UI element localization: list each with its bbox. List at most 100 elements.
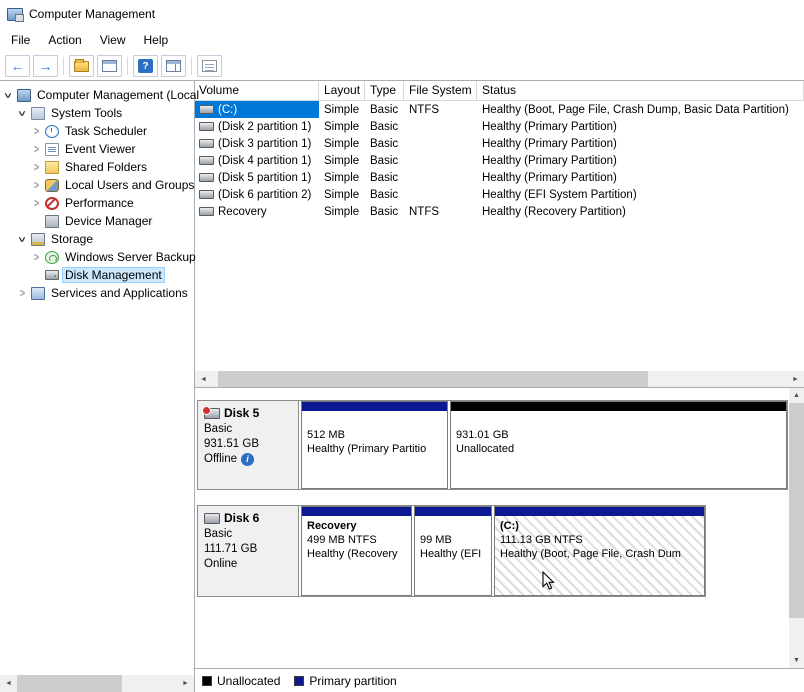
show-action-pane-icon	[166, 60, 181, 72]
partition-status: Healthy (Recovery	[307, 547, 406, 561]
partition-name	[307, 414, 442, 428]
scrollbar-track[interactable]	[17, 675, 177, 692]
disk-size: 931.51 GB	[204, 437, 292, 452]
forward-button[interactable]: →	[33, 55, 58, 77]
scroll-left-icon[interactable]: ◄	[0, 675, 17, 692]
volume-name: (Disk 4 partition 1)	[218, 155, 311, 167]
volume-layout: Simple	[319, 121, 365, 133]
scroll-down-icon[interactable]: ▼	[789, 653, 804, 668]
volume-icon	[199, 173, 214, 182]
scrollbar-thumb[interactable]	[789, 403, 804, 618]
expander-icon[interactable]	[31, 198, 42, 209]
menu-action[interactable]: Action	[39, 30, 90, 50]
volume-layout: Simple	[319, 138, 365, 150]
partition-disk6-recovery[interactable]: Recovery 499 MB NTFS Healthy (Recovery	[301, 506, 412, 596]
volume-row[interactable]: Recovery Simple Basic NTFS Healthy (Reco…	[195, 203, 804, 220]
tree-horizontal-scrollbar[interactable]: ◄ ►	[0, 675, 194, 692]
tree-item-performance[interactable]: Performance	[0, 194, 194, 212]
properties-button[interactable]	[97, 55, 122, 77]
disk-panel-vertical-scrollbar[interactable]: ▲ ▼	[789, 388, 804, 669]
menu-file[interactable]: File	[2, 30, 39, 50]
column-header-volume[interactable]: Volume	[195, 81, 319, 100]
partition-size: 499 MB NTFS	[307, 533, 406, 547]
partition-disk5-unallocated[interactable]: 931.01 GB Unallocated	[450, 401, 787, 489]
legend-label: Primary partition	[309, 674, 396, 688]
scroll-right-icon[interactable]: ►	[177, 675, 194, 692]
partition-disk6-efi[interactable]: 99 MB Healthy (EFI	[414, 506, 492, 596]
tree-item-task-scheduler[interactable]: Task Scheduler	[0, 122, 194, 140]
menu-view[interactable]: View	[91, 30, 135, 50]
scroll-right-icon[interactable]: ►	[787, 371, 804, 387]
column-header-type[interactable]: Type	[365, 81, 404, 100]
partition-status: Healthy (Primary Partitio	[307, 442, 442, 456]
partition-size: 99 MB	[420, 533, 486, 547]
show-console-tree-button[interactable]	[69, 55, 94, 77]
volume-row[interactable]: (Disk 6 partition 2) Simple Basic Health…	[195, 186, 804, 203]
forward-icon: →	[39, 59, 53, 73]
volume-row[interactable]: (Disk 5 partition 1) Simple Basic Health…	[195, 169, 804, 186]
export-list-button[interactable]	[197, 55, 222, 77]
disk-name: Disk 5	[224, 406, 259, 421]
expander-icon[interactable]	[31, 126, 42, 137]
volume-row[interactable]: (Disk 3 partition 1) Simple Basic Health…	[195, 135, 804, 152]
tree-item-system-tools[interactable]: System Tools	[0, 104, 194, 122]
expander-icon[interactable]	[17, 288, 28, 299]
show-action-pane-button[interactable]	[161, 55, 186, 77]
help-button[interactable]	[133, 55, 158, 77]
scroll-left-icon[interactable]: ◄	[195, 371, 212, 387]
tree-item-windows-server-backup[interactable]: Windows Server Backup	[0, 248, 194, 266]
volume-row[interactable]: (C:) Simple Basic NTFS Healthy (Boot, Pa…	[195, 101, 804, 118]
expander-icon[interactable]	[3, 90, 14, 101]
scrollbar-thumb[interactable]	[218, 371, 648, 387]
scrollbar-thumb[interactable]	[17, 675, 122, 692]
volume-list-header: Volume Layout Type File System Status	[195, 81, 804, 101]
tree-item-event-viewer[interactable]: Event Viewer	[0, 140, 194, 158]
partition-status: Unallocated	[456, 442, 781, 456]
partition-name: (C:)	[500, 519, 699, 533]
volume-list-horizontal-scrollbar[interactable]: ◄ ►	[195, 371, 804, 387]
disk5-label[interactable]: Disk 5 Basic 931.51 GB Offline	[198, 401, 299, 489]
column-header-file-system[interactable]: File System	[404, 81, 477, 100]
tree-item-device-manager[interactable]: Device Manager	[0, 212, 194, 230]
volume-layout: Simple	[319, 172, 365, 184]
disk-management-icon	[45, 270, 59, 280]
scroll-up-icon[interactable]: ▲	[789, 388, 804, 403]
column-header-status[interactable]: Status	[477, 81, 804, 100]
expander-icon[interactable]	[31, 252, 42, 263]
scrollbar-track[interactable]	[212, 371, 787, 387]
expander-icon[interactable]	[17, 234, 28, 245]
disk-type: Basic	[204, 527, 292, 542]
shared-folders-icon	[45, 161, 59, 174]
volume-row[interactable]: (Disk 4 partition 1) Simple Basic Health…	[195, 152, 804, 169]
expander-icon[interactable]	[17, 108, 28, 119]
disk-status: Offline	[204, 452, 237, 467]
expander-icon[interactable]	[31, 144, 42, 155]
volume-status: Healthy (Recovery Partition)	[477, 206, 804, 218]
expander-icon[interactable]	[31, 180, 42, 191]
tree-item-services-applications[interactable]: Services and Applications	[0, 284, 194, 302]
tree-item-storage[interactable]: Storage	[0, 230, 194, 248]
tree-item-local-users-groups[interactable]: Local Users and Groups	[0, 176, 194, 194]
legend-item-primary-partition: Primary partition	[294, 674, 396, 688]
menu-help[interactable]: Help	[135, 30, 178, 50]
volume-row[interactable]: (Disk 2 partition 1) Simple Basic Health…	[195, 118, 804, 135]
show-console-tree-icon	[74, 61, 89, 72]
info-icon[interactable]	[241, 453, 254, 466]
computer-management-icon	[7, 8, 23, 21]
expander-icon[interactable]	[31, 162, 42, 173]
export-list-icon	[202, 60, 217, 72]
disk6-label[interactable]: Disk 6 Basic 111.71 GB Online	[198, 506, 299, 596]
tree-item-disk-management[interactable]: Disk Management	[0, 266, 194, 284]
scrollbar-track[interactable]	[789, 403, 804, 654]
volume-name: (Disk 6 partition 2)	[218, 189, 311, 201]
partition-disk5-1[interactable]: 512 MB Healthy (Primary Partitio	[301, 401, 448, 489]
tree-item-computer-management[interactable]: Computer Management (Local	[0, 86, 194, 104]
legend-bar: Unallocated Primary partition	[195, 668, 804, 692]
tree-item-shared-folders[interactable]: Shared Folders	[0, 158, 194, 176]
device-manager-icon	[45, 215, 59, 228]
volume-status: Healthy (Primary Partition)	[477, 155, 804, 167]
column-header-layout[interactable]: Layout	[319, 81, 365, 100]
back-button[interactable]: ←	[5, 55, 30, 77]
partition-disk6-c[interactable]: (C:) 111.13 GB NTFS Healthy (Boot, Page …	[494, 506, 705, 596]
volume-file-system: NTFS	[404, 206, 477, 218]
